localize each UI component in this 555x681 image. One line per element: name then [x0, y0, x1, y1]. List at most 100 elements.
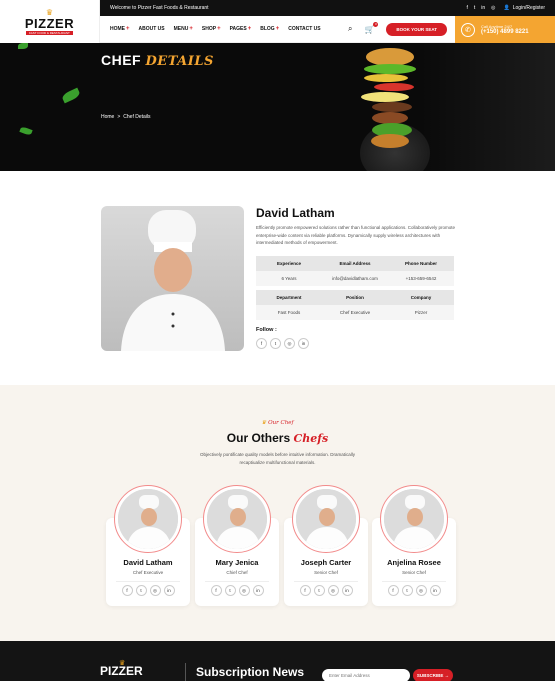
chef-hands-image — [420, 43, 555, 171]
linkedin-icon[interactable]: in — [481, 5, 485, 11]
welcome-text: Welcome to Pizzer Fast Foods & Restauran… — [110, 5, 209, 11]
footer-divider — [185, 663, 186, 681]
linkedin-icon[interactable]: in — [252, 585, 264, 596]
instagram-icon[interactable]: ◎ — [149, 585, 161, 596]
linkedin-icon[interactable]: in — [341, 585, 353, 596]
plus-icon: + — [275, 26, 280, 32]
facebook-icon[interactable]: f — [387, 585, 399, 596]
chef-card-role: Chef Executive — [132, 570, 164, 575]
user-icon: 👤 — [503, 5, 510, 11]
twitter-icon[interactable]: t — [224, 585, 236, 596]
basil-leaf-decoration — [60, 87, 82, 104]
nav-item-blog[interactable]: BLOG + — [260, 26, 279, 32]
instagram-icon[interactable]: ◎ — [284, 338, 295, 349]
chef-hat-icon: ♛ — [261, 420, 267, 426]
chef-card-name[interactable]: Anjelina Rosee — [372, 558, 456, 567]
facebook-icon[interactable]: f — [210, 585, 222, 596]
instagram-icon[interactable]: ◎ — [491, 5, 495, 11]
nav-item-label: SHOP — [201, 26, 217, 32]
chef-card-name[interactable]: Mary Jenica — [195, 558, 279, 567]
section-subtag: ♛ Our Chef — [261, 420, 294, 426]
breadcrumb-home[interactable]: Home — [101, 114, 114, 120]
nav-item-about-us[interactable]: ABOUT US — [139, 26, 165, 32]
chef-avatar — [292, 485, 360, 553]
basil-leaf-decoration — [19, 126, 33, 136]
site-logo[interactable]: ♛ PIZZER FAST FOOD & RESTAURANT — [0, 0, 100, 43]
chef-card-name[interactable]: David Latham — [106, 558, 190, 567]
twitter-icon[interactable]: t — [313, 585, 325, 596]
subscribe-button[interactable]: SUBSCRIBE → — [413, 669, 453, 681]
logo-text: PIZZER — [24, 15, 75, 31]
subscription-title: Subscription News — [196, 665, 305, 679]
facebook-icon[interactable]: f — [256, 338, 267, 349]
facebook-icon[interactable]: f — [299, 585, 311, 596]
nav-item-menu[interactable]: MENU + — [174, 26, 193, 32]
table-header: Phone Number — [388, 256, 454, 271]
plus-icon: + — [247, 26, 252, 32]
card-divider — [205, 581, 269, 582]
phone-icon: ✆ — [461, 22, 475, 37]
nav-item-shop[interactable]: SHOP + — [202, 26, 221, 32]
cart-icon[interactable]: 🛒 0 — [364, 21, 379, 34]
topbar-social: f t in ◎ — [466, 5, 495, 11]
table-header: Department — [256, 290, 322, 305]
chef-photo — [101, 206, 244, 351]
nav-item-pages[interactable]: PAGES + — [230, 26, 252, 32]
twitter-icon[interactable]: t — [270, 338, 281, 349]
login-label: Login/Register — [512, 5, 545, 11]
chef-card-social: f t ◎ in — [195, 585, 279, 596]
book-seat-button[interactable]: BOOK YOUR SEAT — [386, 22, 447, 36]
plus-icon: + — [189, 26, 193, 32]
table-cell: 6 Years — [256, 271, 322, 286]
breadcrumb-separator: > — [117, 114, 121, 120]
section-description: Objectively pontificate quality models b… — [199, 452, 356, 465]
login-link[interactable]: 👤 Login/Register — [504, 5, 545, 11]
linkedin-icon[interactable]: in — [163, 585, 175, 596]
table-header: Company — [388, 290, 454, 305]
top-bar: Welcome to Pizzer Fast Foods & Restauran… — [100, 0, 555, 16]
chef-info-table-1: Experience Email Address Phone Number 6 … — [256, 256, 454, 286]
chef-avatar — [203, 485, 271, 553]
chef-card-social: f t ◎ in — [372, 585, 456, 596]
nav-item-label: ABOUT US — [138, 26, 165, 32]
table-cell[interactable]: info@davidlatham.com — [322, 271, 388, 286]
facebook-icon[interactable]: f — [466, 5, 467, 11]
chef-info-table-2: Department Position Company Fast Foods C… — [256, 290, 454, 320]
linkedin-icon[interactable]: in — [298, 338, 309, 349]
twitter-icon[interactable]: t — [474, 5, 475, 11]
search-icon[interactable]: ⌕ — [348, 24, 352, 34]
nav-item-contact-us[interactable]: CONTACT US — [288, 26, 320, 32]
table-cell[interactable]: +153-659-6542 — [388, 271, 454, 286]
logo-tagline: FAST FOOD & RESTAURANT — [26, 30, 73, 35]
email-input[interactable] — [322, 669, 410, 681]
cart-count-badge: 0 — [373, 21, 379, 27]
call-box: ✆ Call Anytime 24/7 (+150) 4899 8221 — [455, 16, 555, 43]
nav-item-home[interactable]: HOME + — [110, 26, 130, 32]
table-cell: Chef Executive — [322, 305, 388, 320]
table-cell: Fast Foods — [256, 305, 322, 320]
twitter-icon[interactable]: t — [135, 585, 147, 596]
twitter-icon[interactable]: t — [401, 585, 413, 596]
basil-leaf-decoration — [18, 43, 28, 49]
facebook-icon[interactable]: f — [121, 585, 133, 596]
nav-item-label: CONTACT US — [288, 26, 321, 32]
linkedin-icon[interactable]: in — [429, 585, 441, 596]
call-phone[interactable]: (+150) 4899 8221 — [481, 29, 529, 35]
chef-avatar — [114, 485, 182, 553]
instagram-icon[interactable]: ◎ — [415, 585, 427, 596]
chef-avatar — [380, 485, 448, 553]
instagram-icon[interactable]: ◎ — [238, 585, 250, 596]
main-nav: HOME + ABOUT US MENU + SHOP + PAGES + BLOG + CONTAC… — [100, 16, 455, 43]
chef-card-social: f t ◎ in — [284, 585, 368, 596]
chef-card-name[interactable]: Joseph Carter — [284, 558, 368, 567]
footer-logo[interactable]: PIZZER — [100, 664, 143, 678]
nav-item-label: BLOG — [260, 26, 275, 32]
chef-card-role: Senior Chef — [402, 570, 426, 575]
follow-label: Follow : — [256, 327, 277, 333]
nav-item-label: HOME — [110, 26, 125, 32]
chef-card-role: Senior Chef — [314, 570, 338, 575]
instagram-icon[interactable]: ◎ — [327, 585, 339, 596]
table-header: Email Address — [322, 256, 388, 271]
breadcrumb: Home > Chef Details — [101, 114, 151, 120]
chef-bio: Efficiently promote empowered solutions … — [256, 225, 456, 245]
